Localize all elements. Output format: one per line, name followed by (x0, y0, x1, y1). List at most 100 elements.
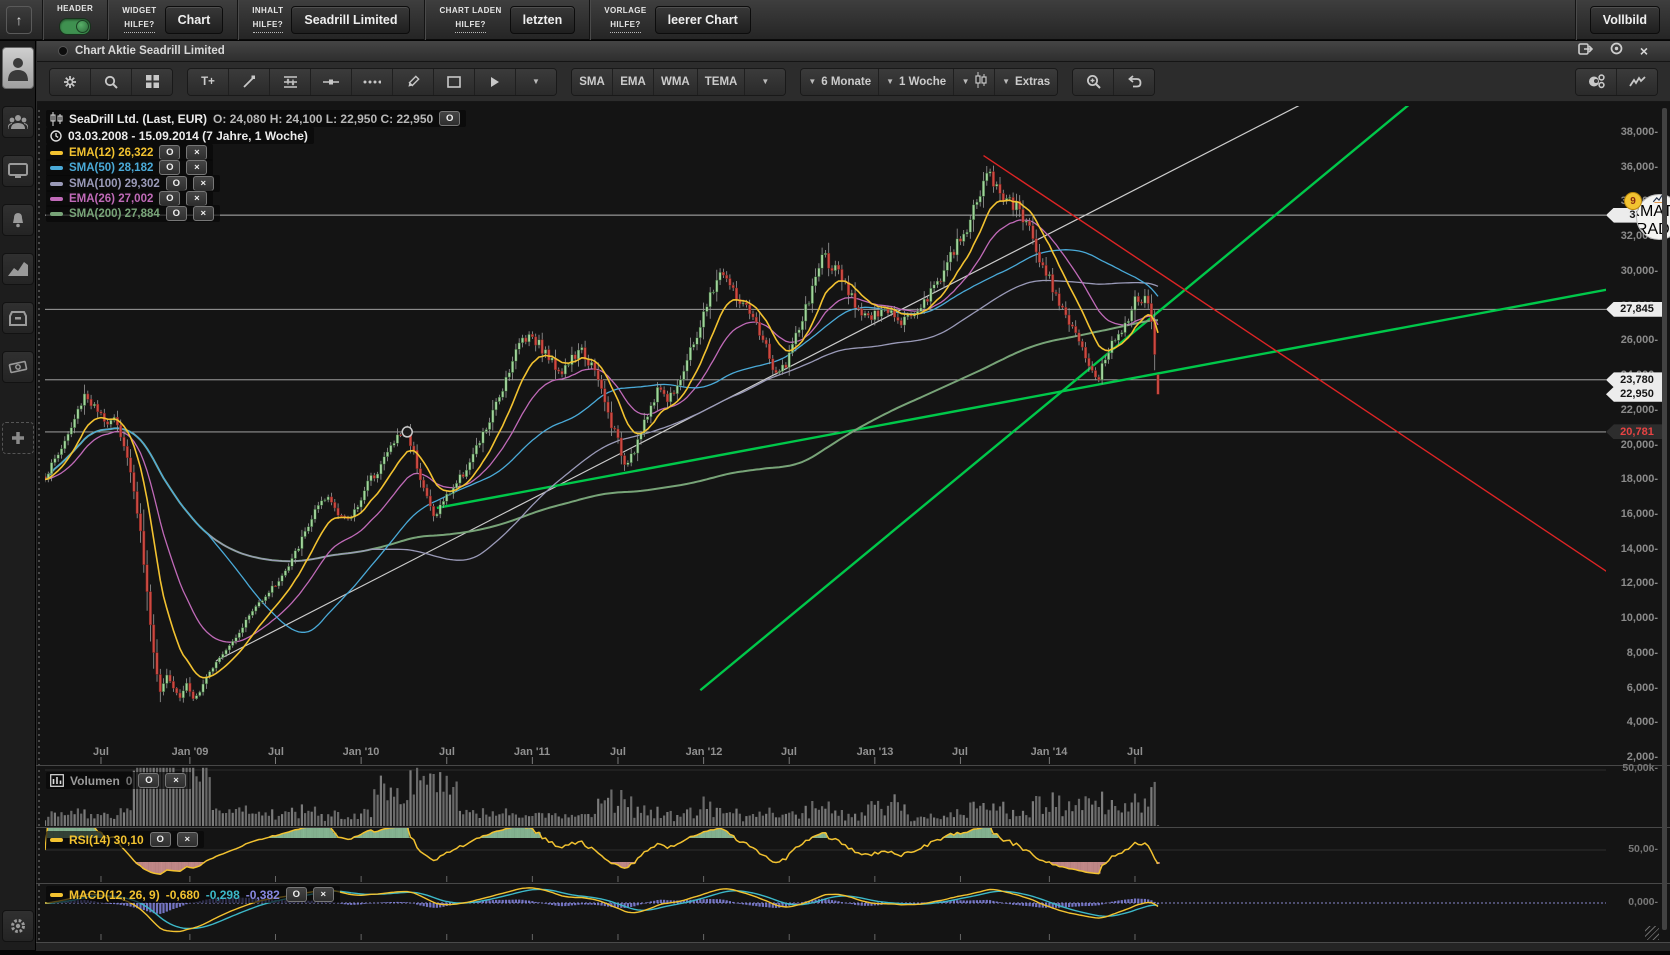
symbol-name: SeaDrill Ltd. (Last, EUR) (69, 112, 207, 126)
dotted-line-tool-button[interactable] (352, 69, 393, 95)
range-dropdown-button[interactable]: ▼6 Monate (801, 69, 879, 95)
extras-dropdown-button[interactable]: ▼Extras (995, 69, 1057, 95)
rsi-swatch (50, 838, 63, 842)
help-line2: HILFE? (610, 20, 640, 33)
chart-plot-region[interactable] (42, 105, 1602, 765)
horizontal-line-tool-button[interactable] (311, 69, 352, 95)
help-line1: CHART LADEN (439, 6, 501, 17)
indicator-label-value: SMA(100) 29,302 (69, 178, 160, 190)
sidebar-item-contacts[interactable] (2, 106, 34, 138)
x-axis-label: Jul (417, 746, 477, 758)
panel-separator (36, 827, 1670, 828)
chart-type-dropdown-button[interactable]: ▼ (954, 69, 995, 95)
ema-button[interactable]: EMA (613, 69, 654, 95)
interval-dropdown-button[interactable]: ▼1 Woche (879, 69, 954, 95)
sma-button[interactable]: SMA (572, 69, 613, 95)
help-line1: WIDGET (122, 6, 156, 17)
popout-icon[interactable] (1578, 42, 1593, 60)
rsi-settings-button[interactable]: O (150, 832, 171, 847)
legend-indicator-row: SMA(200) 27,884O× (46, 205, 220, 222)
candles-icon (50, 112, 63, 126)
x-axis-label: Jan '10 (331, 746, 391, 758)
window-titlebar[interactable]: Chart Aktie Seadrill Limited × (37, 41, 1670, 62)
tema-button[interactable]: TEMA (698, 69, 746, 95)
window-bullet-icon (59, 47, 67, 55)
close-icon[interactable]: × (1640, 43, 1648, 59)
bubbles-view-button[interactable] (1576, 69, 1617, 95)
banknote-icon (8, 360, 28, 374)
divider (42, 0, 43, 40)
divider (589, 0, 590, 40)
undo-button[interactable] (1114, 69, 1154, 95)
chart-laden-help-label[interactable]: CHART LADEN HILFE? (439, 6, 501, 33)
indicator-swatch (50, 151, 63, 155)
indicator-remove-button[interactable]: × (193, 176, 214, 191)
settings-gear-button[interactable] (50, 69, 91, 95)
record-circle-icon[interactable] (1610, 42, 1623, 60)
sidebar-item-profile[interactable] (2, 47, 34, 89)
indicator-remove-button[interactable]: × (193, 206, 214, 221)
wma-button[interactable]: WMA (654, 69, 698, 95)
sidebar-item-desktops[interactable] (2, 155, 34, 187)
indicator-settings-button[interactable]: O (159, 160, 180, 175)
help-line2: HILFE? (253, 20, 283, 33)
zoom-in-button[interactable] (1073, 69, 1114, 95)
macd-remove-button[interactable]: × (313, 887, 334, 902)
price-axis-label: 10,000- (1588, 612, 1658, 624)
price-tag: 22,950 (1606, 387, 1662, 402)
indicator-settings-button[interactable]: O (166, 206, 187, 221)
macd-value: -0,680 (166, 888, 200, 902)
topbar-group-inhalt: INHALT HILFE? Seadrill Limited (248, 6, 414, 34)
indicator-settings-button[interactable]: O (159, 191, 180, 206)
price-axis-label: 14,000- (1588, 543, 1658, 555)
vorlage-help-label[interactable]: VORLAGE HILFE? (604, 6, 646, 33)
sidebar-settings[interactable] (2, 910, 34, 942)
trendline-tool-button[interactable] (229, 69, 270, 95)
indicator-dropdown-button[interactable]: ▼ (745, 69, 785, 95)
sidebar-add-widget[interactable] (2, 422, 34, 454)
window-scrollbar[interactable] (1662, 108, 1667, 930)
pencil-tool-button[interactable] (393, 69, 434, 95)
chart-toolbar: T+ ▼ SMA EMA WMA TEMA ▼ ▼6 Monate ▼1 Woc… (37, 62, 1670, 102)
sidebar-item-archive[interactable] (2, 302, 34, 334)
rectangle-tool-button[interactable] (434, 69, 475, 95)
indicator-settings-button[interactable]: O (159, 145, 180, 160)
leerer-chart-button[interactable]: leerer Chart (655, 6, 751, 34)
symbol-button[interactable]: Seadrill Limited (291, 6, 410, 34)
inhalt-help-label[interactable]: INHALT HILFE? (252, 6, 283, 33)
divider (424, 0, 425, 40)
macd-settings-button[interactable]: O (286, 887, 307, 902)
notification-badge[interactable]: 9 (1624, 192, 1642, 210)
legend-indicator-row: SMA(50) 28,182O× (46, 159, 213, 176)
volume-remove-button[interactable]: × (165, 773, 186, 788)
fullscreen-button[interactable]: Vollbild (1590, 6, 1660, 34)
clock-icon (50, 130, 62, 142)
layout-grid-button[interactable] (132, 69, 172, 95)
widget-help-label[interactable]: WIDGET HILFE? (122, 6, 156, 33)
price-axis-label: 6,000- (1588, 682, 1658, 694)
resize-grip[interactable] (1645, 926, 1659, 940)
indicator-remove-button[interactable]: × (186, 145, 207, 160)
monitor-icon (8, 163, 28, 179)
volume-settings-button[interactable]: O (138, 773, 159, 788)
chart-button[interactable]: Chart (165, 6, 224, 34)
zoom-tool-button[interactable] (91, 69, 132, 95)
collapse-header-button[interactable]: ↑ (6, 6, 32, 34)
sidebar-item-charts[interactable] (2, 253, 34, 285)
symbol-settings-button[interactable]: O (439, 111, 460, 126)
sidebar-item-alerts[interactable] (2, 204, 34, 236)
indicator-settings-button[interactable]: O (166, 176, 187, 191)
macd-swatch (50, 893, 63, 897)
text-annotation-button[interactable]: T+ (188, 69, 229, 95)
rsi-remove-button[interactable]: × (177, 832, 198, 847)
letzten-button[interactable]: letzten (510, 6, 576, 34)
drawing-dropdown-button[interactable]: ▼ (516, 69, 556, 95)
indicator-remove-button[interactable]: × (186, 160, 207, 175)
sparkline-view-button[interactable] (1617, 69, 1657, 95)
indicator-remove-button[interactable]: × (186, 191, 207, 206)
play-tool-button[interactable] (475, 69, 516, 95)
header-toggle[interactable] (59, 18, 91, 35)
fibonacci-tool-button[interactable] (270, 69, 311, 95)
sidebar-item-money[interactable] (2, 351, 34, 383)
topbar-group-widget: WIDGET HILFE? Chart (118, 6, 227, 34)
